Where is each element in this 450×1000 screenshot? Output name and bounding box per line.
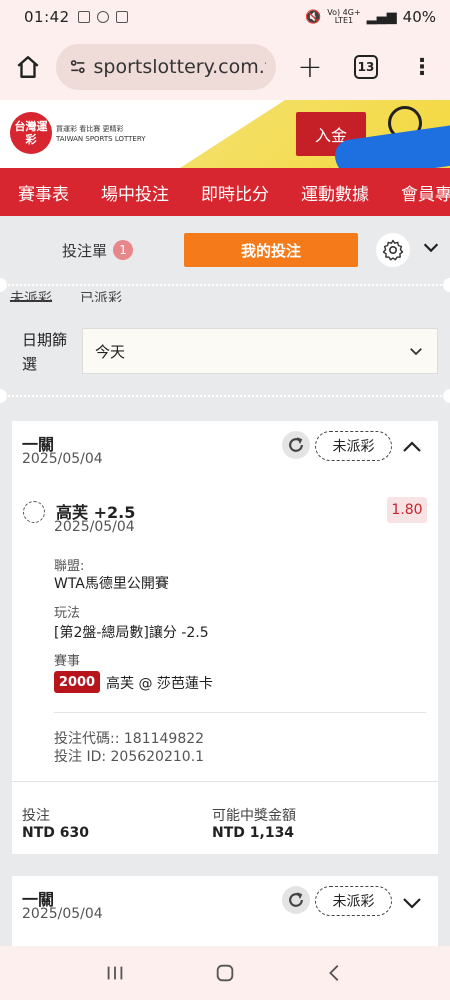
divider-notch [0, 389, 7, 403]
tab-switcher-button[interactable]: 13 [338, 34, 394, 100]
date-filter-select[interactable]: 今天 [82, 328, 438, 374]
bet-id: 投注 ID: 205620210.1 [54, 749, 205, 765]
tab-count: 13 [354, 55, 378, 79]
back-icon[interactable] [324, 962, 346, 984]
odds-badge: 1.80 [387, 497, 427, 523]
chevron-down-icon [403, 898, 421, 909]
event-code-badge: 2000 [54, 671, 100, 693]
nav-item-sports-data[interactable]: 運動數據 [283, 180, 383, 205]
divider [54, 712, 426, 713]
refresh-button[interactable] [282, 431, 310, 459]
divider-notch [443, 278, 450, 292]
bet-card: 一關 2025/05/04 未派彩 [12, 876, 438, 946]
collapse-card-button[interactable] [400, 435, 424, 463]
event-name: 高芙 @ 莎芭蓮卡 [106, 676, 213, 692]
betslip-count-badge: 1 [113, 240, 134, 260]
selection-status-icon [23, 501, 45, 523]
mute-icon: 🔇 [305, 9, 322, 25]
nav-item-live-betting[interactable]: 場中投注 [83, 180, 183, 205]
site-header: 台灣運彩 買運彩 看比賽 更精彩 TAIWAN SPORTS LOTTERY 入… [0, 100, 450, 168]
collapse-betslip-button[interactable] [420, 236, 442, 262]
bet-date: 2025/05/04 [22, 906, 103, 922]
url-text: sportslottery.com.tw [93, 56, 266, 78]
chevron-down-icon [410, 348, 422, 356]
betslip-label: 投注單 [62, 241, 108, 260]
settings-button[interactable] [376, 233, 410, 267]
settlement-tabs: 未派彩 已派彩 [10, 288, 122, 302]
market-label: 玩法 [54, 606, 81, 621]
refresh-icon [289, 892, 303, 907]
refresh-button[interactable] [282, 886, 310, 914]
browser-menu-button[interactable]: ⋮ [394, 34, 450, 100]
network-sub-label: LTE1 [334, 16, 354, 25]
nav-item-member[interactable]: 會員專 [383, 180, 450, 205]
divider [12, 781, 438, 782]
betslip-tab[interactable]: 投注單 1 [62, 240, 134, 261]
status-bar: 01:42 🔇 Vo) 4G+ LTE1 ▂▄▆ 40% [0, 0, 450, 34]
logo-subtitle: 買運彩 看比賽 更精彩 TAIWAN SPORTS LOTTERY [56, 124, 146, 144]
bet-date: 2025/05/04 [22, 451, 103, 467]
status-time: 01:42 [24, 8, 70, 26]
home-icon [17, 56, 39, 78]
market-value: [第2盤-總局數]讓分 -2.5 [54, 625, 209, 641]
my-bets-button[interactable]: 我的投注 [184, 233, 358, 267]
bet-card: 一關 2025/05/04 未派彩 高芙 +2.5 2025/05/04 1.8… [12, 421, 438, 854]
status-badge: 未派彩 [315, 886, 392, 916]
league-value: WTA馬德里公開賽 [54, 576, 169, 592]
site-logo[interactable]: 台灣運彩 [10, 112, 52, 154]
logo-sub-line1: 買運彩 看比賽 更精彩 [56, 125, 124, 133]
date-filter-label: 日期篩選 [22, 331, 68, 373]
recent-apps-icon[interactable] [104, 962, 126, 984]
battery-level: 40% [402, 8, 436, 26]
betslip-bar: 投注單 1 我的投注 [0, 222, 450, 278]
divider [0, 284, 450, 286]
site-settings-icon[interactable] [68, 56, 88, 78]
payout-value: NTD 1,134 [212, 825, 295, 841]
bet-code: 投注代碼:: 181149822 [54, 731, 205, 747]
nav-item-live-scores[interactable]: 即時比分 [183, 180, 283, 205]
stake-value: NTD 630 [22, 825, 89, 841]
divider-notch [443, 389, 450, 403]
new-tab-button[interactable]: + [282, 34, 338, 100]
refresh-icon [289, 437, 303, 452]
expand-card-button[interactable] [400, 890, 424, 918]
divider [0, 395, 450, 397]
notification-icon [77, 11, 90, 23]
logo-text: 台灣運彩 [14, 120, 48, 146]
address-bar[interactable]: sportslottery.com.tw [56, 44, 276, 90]
more-vert-icon: ⋮ [411, 54, 433, 80]
event-label: 賽事 [54, 654, 81, 669]
payout-label: 可能中獎金額 [212, 808, 296, 824]
selection-date: 2025/05/04 [54, 519, 135, 535]
date-filter-value: 今天 [95, 342, 126, 361]
chevron-down-icon [423, 243, 439, 253]
chevron-up-icon [403, 441, 421, 452]
plus-icon: + [297, 49, 323, 85]
signal-icon: ▂▄▆ [366, 9, 397, 25]
league-label: 聯盟: [54, 559, 85, 574]
stake-label: 投注 [22, 808, 50, 824]
logo-sub-line2: TAIWAN SPORTS LOTTERY [56, 135, 146, 143]
nav-item-schedule[interactable]: 賽事表 [0, 180, 83, 205]
divider-notch [0, 278, 7, 292]
main-nav: 賽事表 場中投注 即時比分 運動數據 會員專 [0, 168, 450, 216]
status-badge: 未派彩 [315, 431, 392, 461]
gear-icon [382, 239, 404, 261]
notification-icon [96, 11, 109, 23]
home-nav-icon[interactable] [214, 962, 236, 984]
tab-unsettled[interactable]: 未派彩 [10, 288, 52, 302]
system-nav-bar [0, 946, 450, 1000]
gallery-icon [115, 11, 128, 23]
tab-settled[interactable]: 已派彩 [80, 288, 122, 302]
home-button[interactable] [0, 34, 56, 100]
browser-toolbar: sportslottery.com.tw + 13 ⋮ [0, 34, 450, 100]
